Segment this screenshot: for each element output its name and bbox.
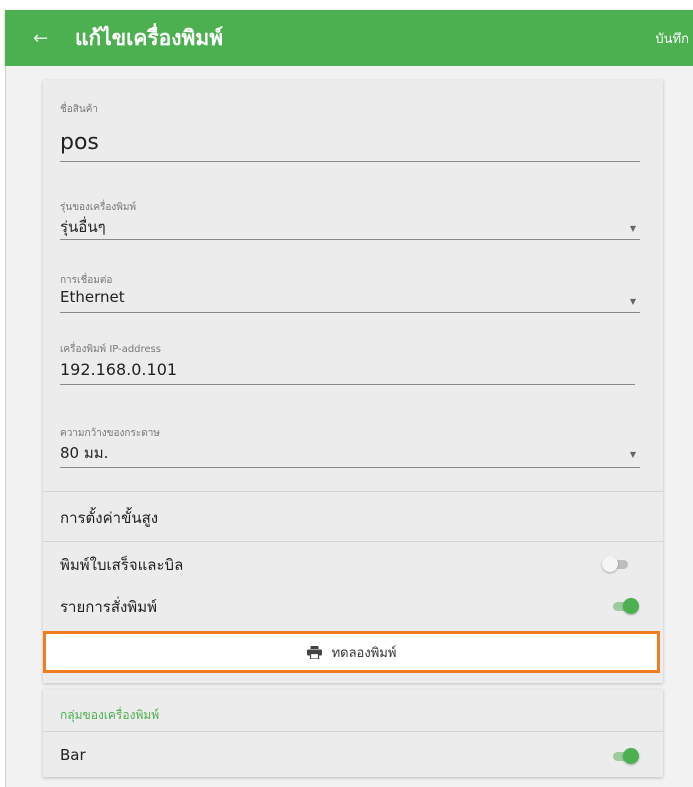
field-underline — [60, 467, 640, 468]
printer-icon — [306, 645, 322, 659]
back-button[interactable]: ← — [33, 28, 63, 49]
ip-address-field[interactable]: เครื่องพิมพ์ IP-address 192.168.0.101 — [60, 342, 635, 385]
printer-groups-card: กลุ่มของเครื่องพิมพ์ Bar — [43, 689, 663, 777]
printer-model-value: รุ่นอื่นๆ — [60, 218, 106, 236]
test-print-label: ทดลองพิมพ์ — [331, 645, 397, 661]
chevron-down-icon: ▼ — [629, 297, 636, 306]
divider — [43, 491, 663, 492]
arrow-left-icon: ← — [33, 27, 49, 49]
printer-groups-title: กลุ่มของเครื่องพิมพ์ — [60, 708, 160, 722]
group-item-label: Bar — [60, 746, 86, 764]
paper-width-select[interactable]: ความกว้างของกระดาษ 80 มม. ▼ — [60, 426, 640, 468]
advanced-settings-title: การตั้งค่าขั้นสูง — [60, 509, 159, 527]
product-name-input[interactable]: pos — [60, 130, 99, 155]
ip-address-label: เครื่องพิมพ์ IP-address — [60, 344, 161, 355]
printer-model-label: รุ่นของเครื่องพิมพ์ — [60, 202, 137, 213]
paper-width-label: ความกว้างของกระดาษ — [60, 428, 160, 439]
product-name-label: ชื่อสินค้า — [60, 104, 99, 115]
print-receipts-label: พิมพ์ใบเสร็จและบิล — [60, 556, 184, 574]
printer-settings-card: ชื่อสินค้า pos รุ่นของเครื่องพิมพ์ รุ่นอ… — [43, 80, 663, 683]
connection-value: Ethernet — [60, 288, 125, 306]
divider — [43, 731, 663, 732]
order-printing-label: รายการสั่งพิมพ์ — [60, 598, 157, 616]
toggle-thumb — [623, 748, 639, 764]
chevron-down-icon: ▼ — [629, 224, 636, 233]
page-title: แก้ไขเครื่องพิมพ์ — [75, 25, 224, 50]
chevron-down-icon: ▼ — [629, 450, 636, 459]
paper-width-value: 80 มม. — [60, 444, 109, 462]
printer-model-select[interactable]: รุ่นของเครื่องพิมพ์ รุ่นอื่นๆ ▼ — [60, 200, 640, 240]
ip-address-input[interactable]: 192.168.0.101 — [60, 360, 177, 379]
connection-label: การเชื่อมต่อ — [60, 275, 113, 286]
app-bar: ← แก้ไขเครื่องพิมพ์ บันทึก — [5, 10, 693, 66]
field-underline — [60, 161, 640, 162]
divider — [43, 541, 663, 542]
group-item-toggle[interactable] — [609, 748, 639, 764]
order-printing-toggle[interactable] — [609, 598, 639, 614]
connection-select[interactable]: การเชื่อมต่อ Ethernet ▼ — [60, 273, 640, 313]
product-name-field[interactable]: ชื่อสินค้า pos — [60, 102, 640, 162]
toggle-thumb — [602, 556, 618, 572]
toggle-thumb — [623, 598, 639, 614]
save-button[interactable]: บันทึก — [655, 28, 689, 49]
print-receipts-toggle[interactable] — [602, 556, 632, 572]
field-underline — [60, 312, 640, 313]
field-underline — [60, 239, 640, 240]
test-print-button[interactable]: ทดลองพิมพ์ — [43, 631, 660, 673]
field-underline — [60, 384, 635, 385]
